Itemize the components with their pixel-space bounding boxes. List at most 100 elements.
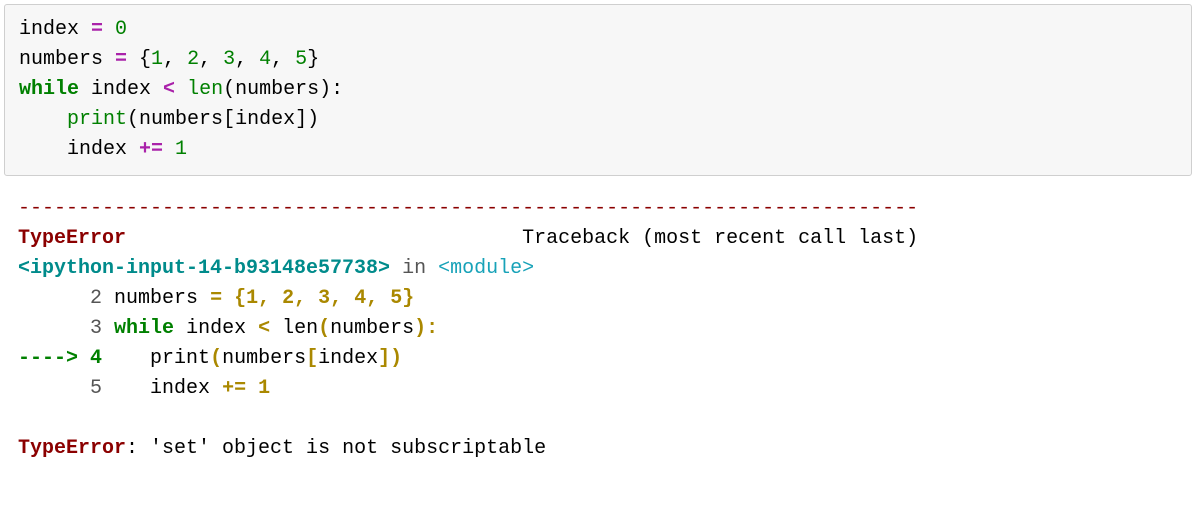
identifier-index: index [235, 108, 295, 131]
bracket-open: [ [306, 347, 318, 370]
paren-close: ) [307, 108, 319, 131]
traceback-line-2: 2 numbers = {1, 2, 3, 4, 5} [18, 287, 414, 310]
traceback-header-text: Traceback (most recent call last) [522, 227, 918, 250]
line-number-4: 4 [90, 347, 102, 370]
traceback-final-line: TypeError: 'set' object is not subscript… [18, 437, 546, 460]
identifier-numbers: numbers [114, 287, 198, 310]
keyword-while: while [114, 317, 174, 340]
comma: , [330, 287, 354, 310]
identifier-index: index [67, 138, 127, 161]
literal-2: 2 [187, 48, 199, 71]
error-type-name: TypeError [18, 227, 126, 250]
paren-close-colon: ): [319, 78, 343, 101]
bracket-open: [ [223, 108, 235, 131]
builtin-len: len [187, 78, 223, 101]
traceback-line-4-current: ----> 4 print(numbers[index]) [18, 347, 402, 370]
comma: , [271, 48, 295, 71]
comma: , [235, 48, 259, 71]
op-lt: < [246, 317, 282, 340]
comma: , [366, 287, 390, 310]
code-line-1: index = 0 [19, 18, 127, 41]
line-number-3: 3 [90, 317, 102, 340]
code-line-2: numbers = {1, 2, 3, 4, 5} [19, 48, 319, 71]
identifier-index: index [91, 78, 151, 101]
identifier-index: index [19, 18, 79, 41]
traceback-output: ----------------------------------------… [4, 194, 1192, 464]
op-eq: = [103, 48, 139, 71]
bracket-close-paren: ]) [378, 347, 402, 370]
space [102, 317, 114, 340]
traceback-separator: ----------------------------------------… [18, 197, 918, 220]
op-eq: = [79, 18, 115, 41]
space [79, 78, 91, 101]
module-name: <module> [438, 257, 534, 280]
paren-open: ( [223, 78, 235, 101]
literal-1: 1 [151, 48, 163, 71]
identifier-numbers: numbers [19, 48, 103, 71]
prefix [18, 287, 90, 310]
space [102, 287, 114, 310]
op-lt: < [151, 78, 187, 101]
literal-5: 5 [390, 287, 402, 310]
literal-4: 4 [354, 287, 366, 310]
literal-1: 1 [258, 377, 270, 400]
current-line-arrow-icon: ----> [18, 347, 90, 370]
literal-4: 4 [259, 48, 271, 71]
spacing [126, 227, 522, 250]
code-line-3: while index < len(numbers): [19, 78, 343, 101]
error-message: : 'set' object is not subscriptable [126, 437, 546, 460]
space [102, 347, 150, 370]
identifier-numbers: numbers [330, 317, 414, 340]
identifier-numbers: numbers [222, 347, 306, 370]
op-plus-eq: += [127, 138, 175, 161]
traceback-line-3: 3 while index < len(numbers): [18, 317, 438, 340]
literal-1: 1 [175, 138, 187, 161]
ipython-input-location: <ipython-input-14-b93148e57738> [18, 257, 390, 280]
indent [19, 108, 67, 131]
identifier-index: index [150, 377, 210, 400]
identifier-numbers: numbers [139, 108, 223, 131]
keyword-while: while [19, 78, 79, 101]
literal-1: 1 [246, 287, 258, 310]
line-number-2: 2 [90, 287, 102, 310]
comma: , [294, 287, 318, 310]
op-plus-eq: += [210, 377, 258, 400]
brace-open: { [139, 48, 151, 71]
error-type-name: TypeError [18, 437, 126, 460]
identifier-index: index [186, 317, 246, 340]
traceback-location-line: <ipython-input-14-b93148e57738> in <modu… [18, 257, 534, 280]
literal-5: 5 [295, 48, 307, 71]
brace-close: } [402, 287, 414, 310]
literal-2: 2 [282, 287, 294, 310]
brace-close: } [307, 48, 319, 71]
comma: , [163, 48, 187, 71]
bracket-close: ] [295, 108, 307, 131]
line-number-5: 5 [90, 377, 102, 400]
identifier-index: index [318, 347, 378, 370]
code-line-5: index += 1 [19, 138, 187, 161]
builtin-print: print [150, 347, 210, 370]
space [174, 317, 186, 340]
paren-open: ( [318, 317, 330, 340]
brace-open: { [234, 287, 246, 310]
literal-3: 3 [223, 48, 235, 71]
traceback-header: TypeError Traceback (most recent call la… [18, 227, 918, 250]
code-input-cell: index = 0 numbers = {1, 2, 3, 4, 5} whil… [4, 4, 1192, 176]
in-word: in [390, 257, 438, 280]
prefix [18, 377, 90, 400]
op-eq: = [198, 287, 234, 310]
paren-open: ( [127, 108, 139, 131]
paren-open: ( [210, 347, 222, 370]
identifier-numbers: numbers [235, 78, 319, 101]
literal-3: 3 [318, 287, 330, 310]
builtin-print: print [67, 108, 127, 131]
traceback-line-5: 5 index += 1 [18, 377, 270, 400]
prefix [18, 317, 90, 340]
comma: , [199, 48, 223, 71]
space [102, 377, 150, 400]
comma: , [258, 287, 282, 310]
code-line-4: print(numbers[index]) [19, 108, 319, 131]
builtin-len: len [282, 317, 318, 340]
paren-close-colon: ): [414, 317, 438, 340]
indent [19, 138, 67, 161]
